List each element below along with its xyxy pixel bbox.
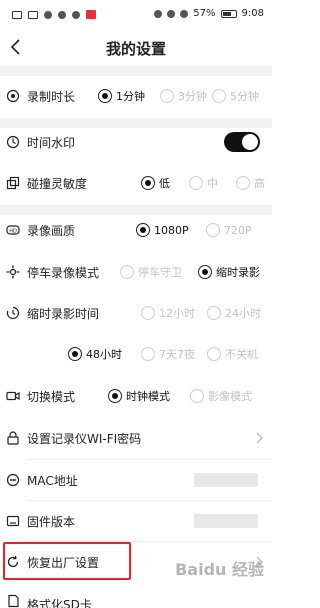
option-12h[interactable]: 12小时: [141, 305, 195, 321]
record-icon: [6, 89, 20, 103]
status-bar: 57% 9:08: [0, 0, 272, 30]
app-notification-icon: [86, 10, 96, 19]
option-1min[interactable]: 1分钟: [98, 88, 145, 104]
radio-unselected: [141, 347, 155, 361]
option-7days[interactable]: 7天7夜: [141, 346, 195, 362]
clock: 9:08: [241, 8, 264, 19]
setting-mac-address: MAC地址: [0, 460, 272, 500]
radio-selected: [141, 176, 155, 190]
setting-switch-mode: 切换模式 时钟模式 影像模式: [0, 376, 272, 416]
sd-card-icon: [8, 594, 19, 608]
setting-record-duration: 录制时长 1分钟 3分钟 5分钟: [0, 76, 272, 116]
radio-unselected: [207, 306, 221, 320]
radio-unselected: [190, 389, 204, 403]
wechat-icon: [58, 10, 66, 19]
radio-selected: [108, 389, 122, 403]
nav-bar: 我的设置: [0, 30, 272, 64]
parking-mode-label: 停车录像模式: [27, 265, 100, 280]
mac-address-value-redacted: [194, 473, 258, 487]
timelapse-duration-label: 缩时录影时间: [27, 306, 100, 321]
setting-parking-mode: 停车录像模式 停车守卫 缩时录影: [0, 252, 272, 292]
option-no-shutdown[interactable]: 不关机: [207, 346, 258, 362]
radio-selected: [68, 347, 82, 361]
parking-icon: [6, 265, 20, 279]
option-timelapse[interactable]: 缩时录影: [198, 264, 260, 280]
radio-unselected: [206, 223, 220, 237]
setting-collision-sensitivity: 碰撞灵敏度 低 中 高: [0, 163, 272, 203]
sim-icon: [12, 10, 22, 19]
record-duration-label: 录制时长: [27, 89, 76, 104]
setting-timelapse-duration: 缩时录影时间 12小时 24小时: [0, 293, 272, 333]
option-video-mode[interactable]: 影像模式: [190, 388, 252, 404]
firmware-version-value-redacted: [194, 514, 258, 528]
option-3min[interactable]: 3分钟: [160, 88, 207, 104]
setting-wifi-password[interactable]: 设置记录仪WI-FI密码: [0, 418, 272, 458]
timer-icon: [6, 306, 19, 320]
highlight-box: [3, 542, 131, 580]
svg-text:HD: HD: [9, 228, 17, 234]
chevron-right-icon: [256, 432, 263, 444]
option-low[interactable]: 低: [141, 175, 170, 191]
status-left-icons: [12, 10, 96, 19]
setting-video-quality: HD 录像画质 1080P 720P: [0, 210, 272, 250]
firmware-version-label: 固件版本: [27, 514, 76, 529]
firmware-icon: [6, 515, 20, 527]
option-medium[interactable]: 中: [189, 175, 218, 191]
vibrate-icon: [180, 9, 189, 18]
camera-icon: [6, 391, 20, 401]
wifi-icon: [44, 10, 52, 19]
radio-unselected: [212, 89, 226, 103]
option-720p[interactable]: 720P: [206, 223, 252, 237]
page-title: 我的设置: [105, 40, 166, 58]
collision-sensitivity-label: 碰撞灵敏度: [27, 176, 88, 191]
chat-icon: [72, 10, 80, 19]
battery-percent: 57%: [193, 8, 216, 19]
time-watermark-toggle[interactable]: [224, 132, 260, 152]
setting-time-watermark: 时间水印: [0, 122, 272, 162]
radio-selected: [136, 223, 150, 237]
option-clock-mode[interactable]: 时钟模式: [108, 388, 170, 404]
setting-format-sd[interactable]: 格式化SD卡: [0, 584, 272, 608]
setting-firmware-version: 固件版本: [0, 501, 272, 541]
radio-unselected: [189, 176, 203, 190]
section-gap: [0, 66, 272, 76]
radio-selected: [98, 89, 112, 103]
wifi-password-label: 设置记录仪WI-FI密码: [27, 431, 142, 446]
switch-mode-label: 切换模式: [27, 389, 76, 404]
radio-unselected: [141, 306, 155, 320]
option-48h[interactable]: 48小时: [68, 346, 122, 362]
radio-selected: [198, 265, 212, 279]
battery-icon: [220, 9, 237, 18]
time-watermark-label: 时间水印: [27, 135, 76, 150]
setting-timelapse-duration-2: 48小时 7天7夜 不关机: [0, 334, 272, 374]
radio-unselected: [207, 347, 221, 361]
clock-icon: [6, 135, 20, 149]
option-parking-guard[interactable]: 停车守卫: [120, 264, 182, 280]
minus-circle-icon: [6, 473, 20, 487]
status-right: 57% 9:08: [154, 8, 264, 19]
lock-icon: [7, 431, 19, 445]
signal-icon: [28, 10, 38, 19]
mac-address-label: MAC地址: [27, 473, 78, 488]
radio-unselected: [160, 89, 174, 103]
watermark: Baidu 经验: [175, 560, 264, 579]
video-quality-label: 录像画质: [27, 223, 76, 238]
format-sd-label: 格式化SD卡: [27, 598, 92, 608]
option-high[interactable]: 高: [236, 175, 265, 191]
alarm-icon: [167, 9, 176, 18]
nfc-icon: [154, 9, 163, 18]
option-1080p[interactable]: 1080P: [136, 223, 189, 237]
option-24h[interactable]: 24小时: [207, 305, 261, 321]
hd-icon: HD: [6, 225, 20, 235]
collision-icon: [6, 176, 20, 190]
radio-unselected: [236, 176, 250, 190]
radio-unselected: [120, 265, 134, 279]
option-5min[interactable]: 5分钟: [212, 88, 259, 104]
